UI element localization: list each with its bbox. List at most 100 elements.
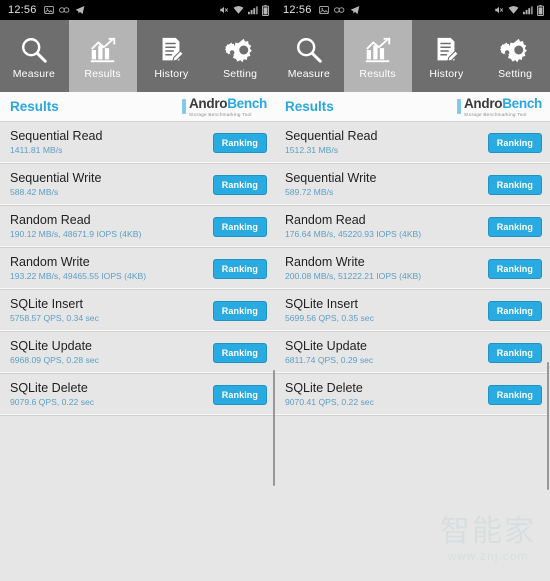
table-row[interactable]: Sequential Read 1411.81 MB/s Ranking [0, 122, 275, 164]
table-row[interactable]: Sequential Write 588.42 MB/s Ranking [0, 164, 275, 206]
ranking-button[interactable]: Ranking [212, 216, 267, 237]
tab-results-label: Results [84, 67, 121, 80]
document-icon [156, 33, 186, 65]
status-bar-right-icons-2 [494, 4, 544, 16]
row-text-group: Sequential Read 1512.31 MB/s [285, 129, 377, 155]
tab-measure-label: Measure [12, 67, 55, 80]
ranking-button[interactable]: Ranking [212, 300, 267, 321]
benchmark-value: 588.42 MB/s [10, 186, 59, 197]
table-row[interactable]: Sequential Write 589.72 MB/s Ranking [275, 164, 550, 206]
table-row[interactable]: Random Write 200.08 MB/s, 51222.21 IOPS (… [275, 248, 550, 290]
ranking-button[interactable]: Ranking [212, 384, 267, 405]
table-row[interactable]: SQLite Delete 9070.41 QPS, 0.22 sec Rankin… [275, 374, 550, 416]
benchmark-name: Sequential Write [285, 171, 377, 186]
ranking-button[interactable]: Ranking [212, 174, 267, 195]
right-screenshot-panel: 12:56 Measure Results History Setting Re… [275, 0, 550, 581]
ranking-button[interactable]: Ranking [487, 342, 542, 363]
ranking-button[interactable]: Ranking [487, 258, 542, 279]
row-text-group: SQLite Update 6811.74 QPS, 0.29 sec [285, 339, 373, 365]
status-bar-clock-2: 12:56 [283, 4, 312, 16]
tab-results-2[interactable]: Results [343, 20, 413, 92]
ranking-button[interactable]: Ranking [212, 132, 267, 153]
row-text-group: Sequential Write 589.72 MB/s [285, 171, 377, 197]
table-row[interactable]: SQLite Update 6811.74 QPS, 0.29 sec Rankin… [275, 332, 550, 374]
ranking-button[interactable]: Ranking [487, 300, 542, 321]
main-tab-bar-2[interactable]: Measure Results History Setting [275, 20, 550, 92]
row-text-group: Sequential Write 588.42 MB/s [10, 171, 102, 197]
battery-icon [262, 4, 269, 16]
benchmark-value: 1512.31 MB/s [285, 144, 339, 155]
right-list-scrollbar[interactable] [547, 362, 549, 490]
androbench-logo-2: AndroBench Storage Benchmarking Tool [456, 95, 542, 118]
benchmark-name: Random Write [285, 255, 365, 270]
right-results-list: Sequential Read 1512.31 MB/s Ranking Sequen… [275, 122, 550, 416]
ranking-button[interactable]: Ranking [487, 174, 542, 195]
table-row[interactable]: SQLite Insert 5758.57 QPS, 0.34 sec Rankin… [0, 290, 275, 332]
magnifier-icon [294, 33, 324, 65]
mute-icon [220, 6, 229, 14]
ranking-button[interactable]: Ranking [487, 216, 542, 237]
ranking-button[interactable]: Ranking [212, 258, 267, 279]
brand-tagline: Storage Benchmarking Tool [188, 111, 252, 117]
brand-name-part2-2: Bench [502, 95, 542, 111]
benchmark-value: 5699.56 QPS, 0.35 sec [285, 312, 374, 323]
table-row[interactable]: SQLite Insert 5699.56 QPS, 0.35 sec Rankin… [275, 290, 550, 332]
row-text-group: Random Write 193.22 MB/s, 49465.55 IOPS (… [10, 255, 146, 281]
row-text-group: Random Read 190.12 MB/s, 48671.9 IOPS (4K… [10, 213, 141, 239]
table-row[interactable]: Random Write 193.22 MB/s, 49465.55 IOPS (… [0, 248, 275, 290]
benchmark-name: Sequential Read [285, 129, 378, 144]
results-title-bar: Results AndroBench Storage Benchmarking … [0, 92, 275, 122]
benchmark-name: SQLite Update [285, 339, 367, 354]
main-tab-bar[interactable]: Measure Results History Setting [0, 20, 275, 92]
tab-history[interactable]: History [138, 20, 207, 92]
brand-name-part1: Andro [188, 95, 228, 111]
benchmark-name: Sequential Write [10, 171, 102, 186]
brand-tagline-2: Storage Benchmarking Tool [463, 111, 527, 117]
benchmark-value: 6968.09 QPS, 0.28 sec [10, 354, 99, 365]
telegram-icon [350, 5, 359, 15]
tab-results-label-2: Results [359, 67, 396, 80]
row-text-group: Random Write 200.08 MB/s, 51222.21 IOPS (… [285, 255, 421, 281]
status-bar-clock: 12:56 [8, 4, 37, 16]
tab-history-2[interactable]: History [413, 20, 482, 92]
tab-setting-2[interactable]: Setting [481, 20, 550, 92]
benchmark-value: 193.22 MB/s, 49465.55 IOPS (4KB) [10, 270, 147, 281]
brand-name-part2: Bench [227, 95, 267, 111]
left-screenshot-panel: 12:56 Measure Results History Setting Re… [0, 0, 275, 581]
table-row[interactable]: Sequential Read 1512.31 MB/s Ranking [275, 122, 550, 164]
page-title: Results [10, 99, 59, 114]
ranking-button[interactable]: Ranking [487, 132, 542, 153]
gears-icon [225, 33, 255, 65]
bar-chart-icon [363, 33, 393, 65]
table-row[interactable]: Random Read 176.64 MB/s, 45220.93 IOPS (4… [275, 206, 550, 248]
ranking-button[interactable]: Ranking [212, 342, 267, 363]
tab-setting[interactable]: Setting [206, 20, 275, 92]
logo-bar-icon [456, 99, 461, 114]
row-text-group: SQLite Delete 9079.6 QPS, 0.22 sec [10, 381, 94, 407]
table-row[interactable]: SQLite Update 6968.09 QPS, 0.28 sec Rankin… [0, 332, 275, 374]
ranking-button[interactable]: Ranking [487, 384, 542, 405]
tab-measure-label-2: Measure [287, 67, 330, 80]
status-bar-right-icons [219, 4, 269, 16]
document-icon [431, 33, 461, 65]
benchmark-value: 9079.6 QPS, 0.22 sec [10, 396, 95, 407]
tab-history-label: History [154, 67, 189, 80]
table-row[interactable]: SQLite Delete 9079.6 QPS, 0.22 sec Ranking [0, 374, 275, 416]
benchmark-name: Random Write [10, 255, 90, 270]
page-title-2: Results [285, 99, 334, 114]
row-text-group: SQLite Update 6968.09 QPS, 0.28 sec [10, 339, 99, 365]
benchmark-value: 190.12 MB/s, 48671.9 IOPS (4KB) [10, 228, 142, 239]
tab-measure[interactable]: Measure [0, 20, 69, 92]
table-row[interactable]: Random Read 190.12 MB/s, 48671.9 IOPS (4K… [0, 206, 275, 248]
status-bar: 12:56 [0, 0, 275, 20]
wifi-icon [508, 6, 519, 14]
tab-measure-2[interactable]: Measure [275, 20, 344, 92]
tab-results[interactable]: Results [68, 20, 138, 92]
bar-chart-icon [88, 33, 118, 65]
logo-bar-icon [181, 99, 186, 114]
telegram-icon [75, 5, 84, 15]
benchmark-name: Random Read [285, 213, 366, 228]
battery-icon [537, 4, 544, 16]
benchmark-value: 5758.57 QPS, 0.34 sec [10, 312, 99, 323]
magnifier-icon [19, 33, 49, 65]
